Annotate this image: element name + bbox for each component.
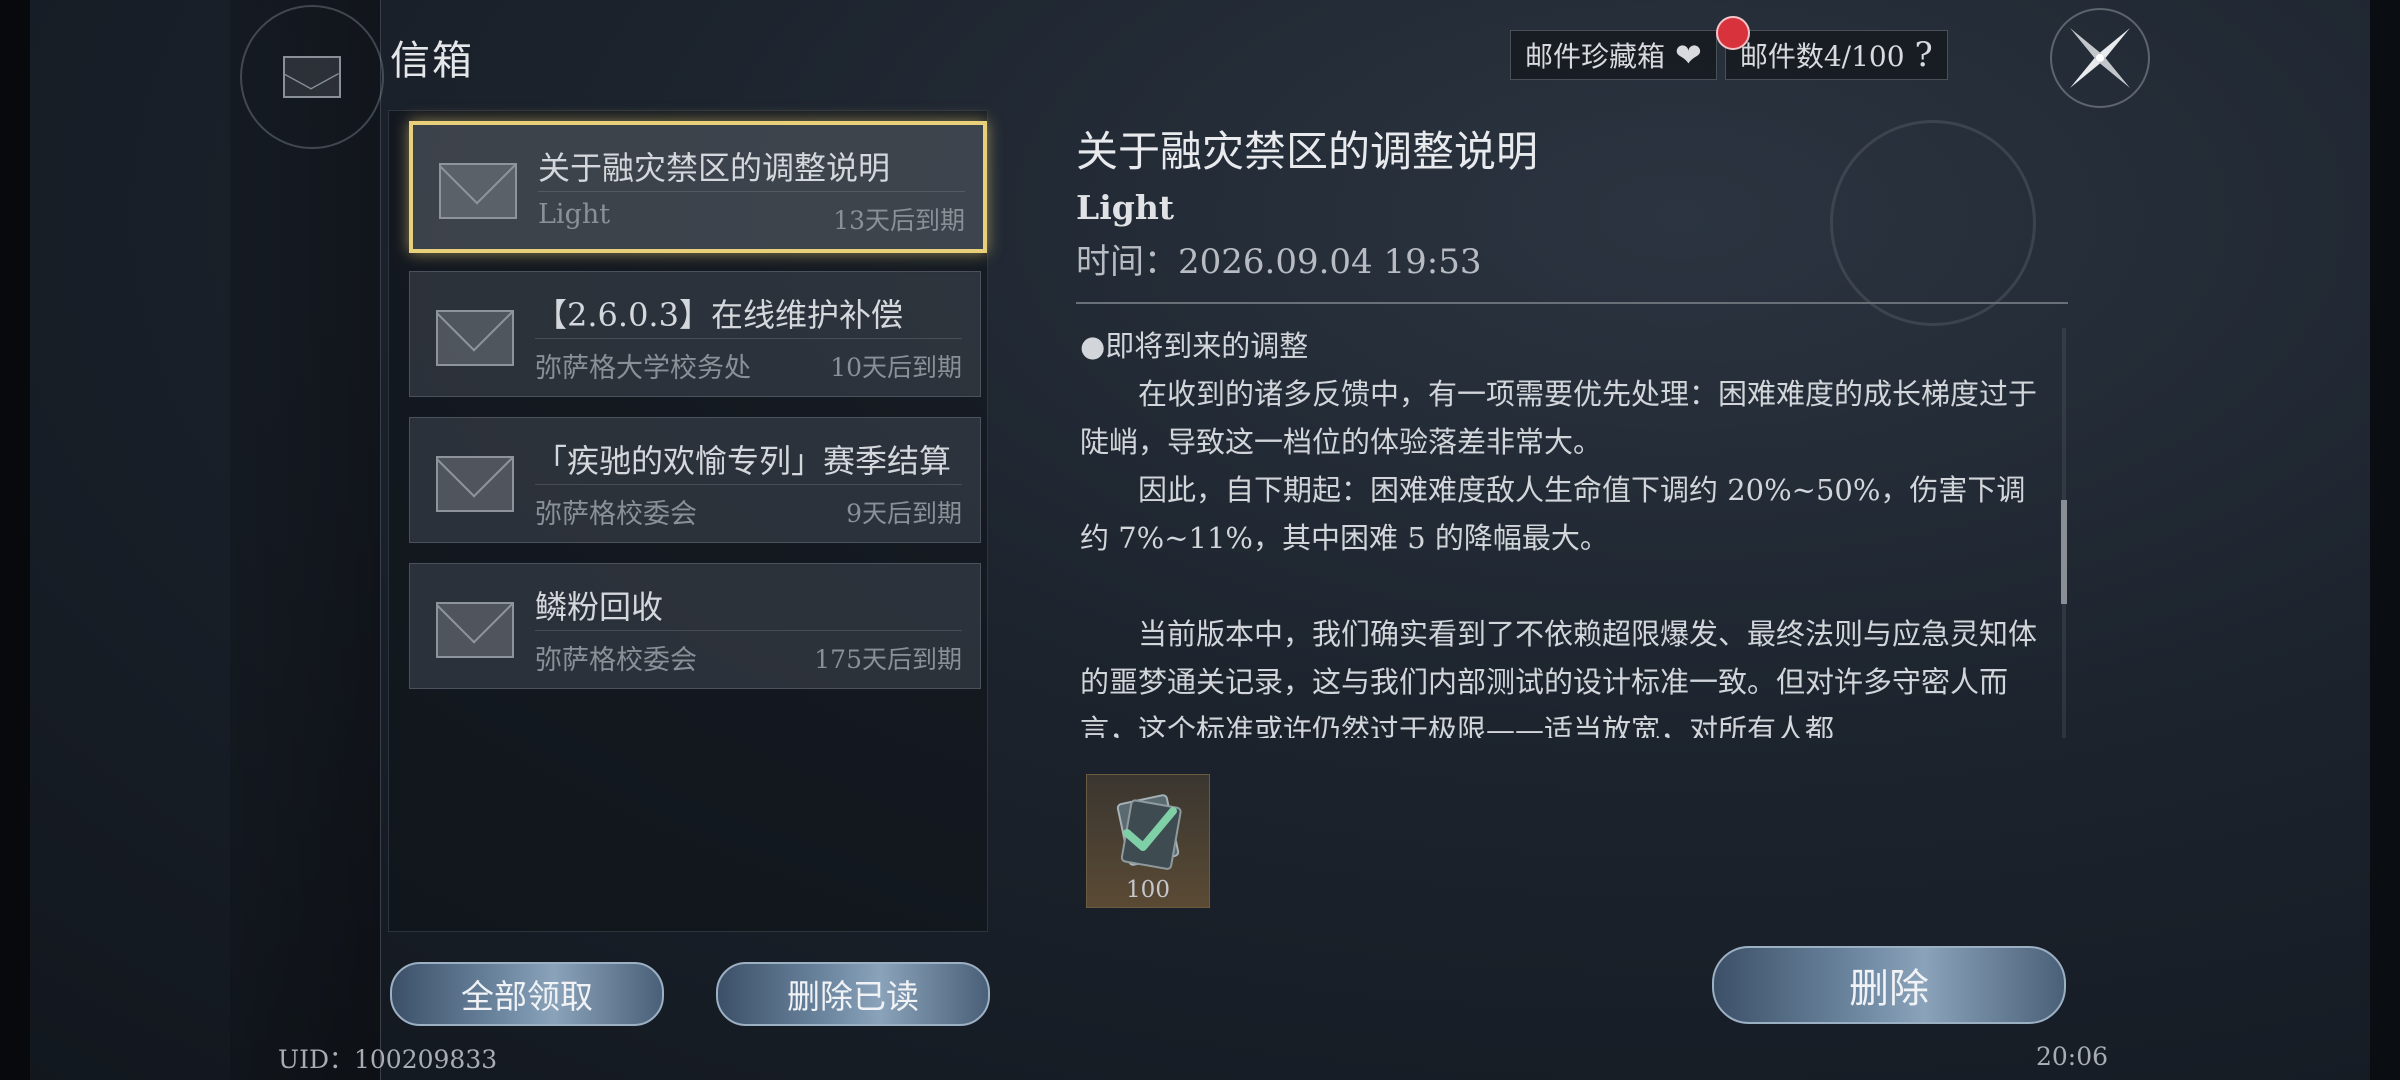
mail-expiry: 175天后到期	[814, 645, 962, 674]
heart-icon: ❤	[1675, 36, 1702, 74]
envelope-icon	[436, 602, 514, 658]
left-rail	[230, 0, 381, 1080]
mail-sender: 弥萨格校委会	[535, 645, 697, 676]
mail-expiry: 10天后到期	[830, 353, 962, 382]
mail-item[interactable]: 鳞粉回收 弥萨格校委会 175天后到期	[409, 563, 981, 689]
mail-list: 关于融灾禁区的调整说明 Light 13天后到期 【2.6.0.3】在线维护补偿…	[388, 110, 988, 932]
checkmark-card-icon	[1116, 794, 1182, 870]
body-scrollbar-thumb[interactable]	[2061, 500, 2067, 604]
mail-expiry: 9天后到期	[846, 499, 962, 528]
mail-expiry: 13天后到期	[833, 206, 965, 235]
claim-all-button[interactable]: 全部领取	[390, 962, 664, 1026]
mail-subject: 关于融灾禁区的调整说明	[538, 149, 891, 187]
mail-detail-title: 关于融灾禁区的调整说明	[1076, 127, 1539, 176]
mail-detail-sender: Light	[1076, 188, 1175, 227]
mail-item[interactable]: 【2.6.0.3】在线维护补偿 弥萨格大学校务处 10天后到期	[409, 271, 981, 397]
clock: 20:06	[2036, 1042, 2109, 1071]
close-button[interactable]	[2050, 8, 2150, 108]
mail-subject: 「疾驰的欢愉专列」赛季结算	[535, 442, 952, 480]
page-title: 信箱	[390, 38, 474, 84]
mailbox-emblem-icon	[240, 5, 384, 149]
delete-read-button[interactable]: 删除已读	[716, 962, 990, 1026]
mail-item-divider	[535, 484, 962, 485]
body-paragraph: 当前版本中，我们确实看到了不依赖超限爆发、最终法则与应急灵知体的噩梦通关记录，这…	[1080, 617, 2038, 738]
envelope-icon	[436, 456, 514, 512]
mail-body[interactable]: ●即将到来的调整 在收到的诸多反馈中，有一项需要优先处理：困难难度的成长梯度过于…	[1080, 322, 2040, 738]
user-id: UID：100209833	[278, 1045, 498, 1074]
notification-badge	[1716, 16, 1750, 50]
close-icon	[2070, 28, 2130, 88]
help-icon[interactable]: ?	[1915, 35, 1933, 75]
mail-sender: 弥萨格校委会	[535, 499, 697, 530]
favorites-box-label: 邮件珍藏箱	[1525, 40, 1666, 73]
mail-sender: 弥萨格大学校务处	[535, 353, 751, 384]
mail-item-divider	[535, 338, 962, 339]
mail-detail-time: 时间：2026.09.04 19:53	[1076, 242, 1482, 282]
body-paragraph: 因此，自下期起：困难难度敌人生命值下调约 20%~50%，伤害下调约 7%~11…	[1080, 473, 2026, 555]
mail-count-display: 邮件数4/100 ?	[1724, 30, 1948, 80]
envelope-icon	[436, 310, 514, 366]
body-heading: ●即将到来的调整	[1080, 329, 1309, 363]
mail-item-divider	[538, 191, 965, 192]
mail-sender: Light	[538, 199, 611, 230]
attachment-item[interactable]: 100	[1086, 774, 1210, 908]
screen-edge-left	[0, 0, 30, 1080]
favorites-box-button[interactable]: 邮件珍藏箱 ❤	[1510, 30, 1717, 80]
detail-divider	[1076, 302, 2068, 304]
mail-count-label: 邮件数4/100	[1739, 40, 1905, 73]
mail-subject: 鳞粉回收	[535, 588, 664, 626]
body-paragraph: 在收到的诸多反馈中，有一项需要优先处理：困难难度的成长梯度过于陡峭，导致这一档位…	[1080, 377, 2038, 459]
mail-item-divider	[535, 630, 962, 631]
envelope-icon	[439, 163, 517, 219]
watermark-emblem	[1830, 120, 2036, 326]
mail-item[interactable]: 关于融灾禁区的调整说明 Light 13天后到期	[409, 121, 987, 253]
mail-subject: 【2.6.0.3】在线维护补偿	[535, 296, 903, 334]
attachment-quantity: 100	[1126, 877, 1170, 903]
delete-button[interactable]: 删除	[1712, 946, 2066, 1024]
screen-edge-right	[2370, 0, 2400, 1080]
mail-item[interactable]: 「疾驰的欢愉专列」赛季结算 弥萨格校委会 9天后到期	[409, 417, 981, 543]
